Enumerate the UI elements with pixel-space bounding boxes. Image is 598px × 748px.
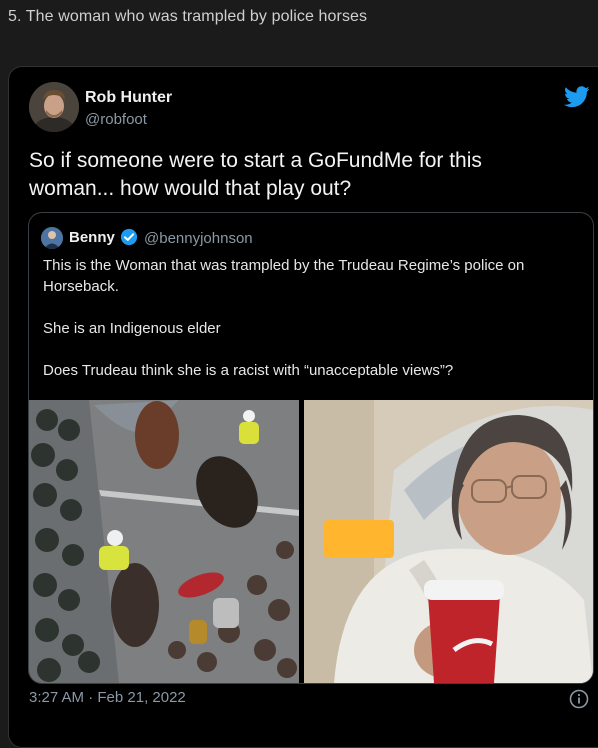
quoted-paragraph-3: Does Trudeau think she is a racist with …	[43, 362, 454, 379]
verified-badge-icon	[120, 228, 138, 246]
author-name[interactable]: Rob Hunter	[85, 89, 172, 107]
quoted-tweet[interactable]: Benny @bennyjohnson This is the Woman th…	[28, 212, 594, 684]
tweet-photo-hospital-bed[interactable]	[304, 400, 593, 683]
info-icon[interactable]	[569, 689, 589, 709]
author-avatar[interactable]	[29, 82, 79, 132]
quoted-paragraph-2: She is an Indigenous elder	[43, 320, 221, 337]
twitter-bird-icon[interactable]	[564, 86, 590, 108]
tweet-photo-police-horses[interactable]	[29, 400, 299, 683]
quoted-tweet-text: This is the Woman that was trampled by t…	[43, 255, 578, 381]
author-handle[interactable]: @robfoot	[85, 111, 147, 128]
embedded-tweet[interactable]: Rob Hunter @robfoot So if someone were t…	[8, 66, 598, 748]
quoted-author-name[interactable]: Benny	[69, 229, 115, 246]
tweet-text: So if someone were to start a GoFundMe f…	[29, 149, 482, 200]
article-item-heading: 5. The woman who was trampled by police …	[8, 8, 368, 25]
quoted-author-handle[interactable]: @bennyjohnson	[144, 230, 253, 247]
quoted-paragraph-1: This is the Woman that was trampled by t…	[43, 257, 525, 295]
quoted-author-avatar[interactable]	[41, 227, 63, 249]
tweet-timestamp[interactable]: 3:27 AM · Feb 21, 2022	[29, 689, 186, 706]
